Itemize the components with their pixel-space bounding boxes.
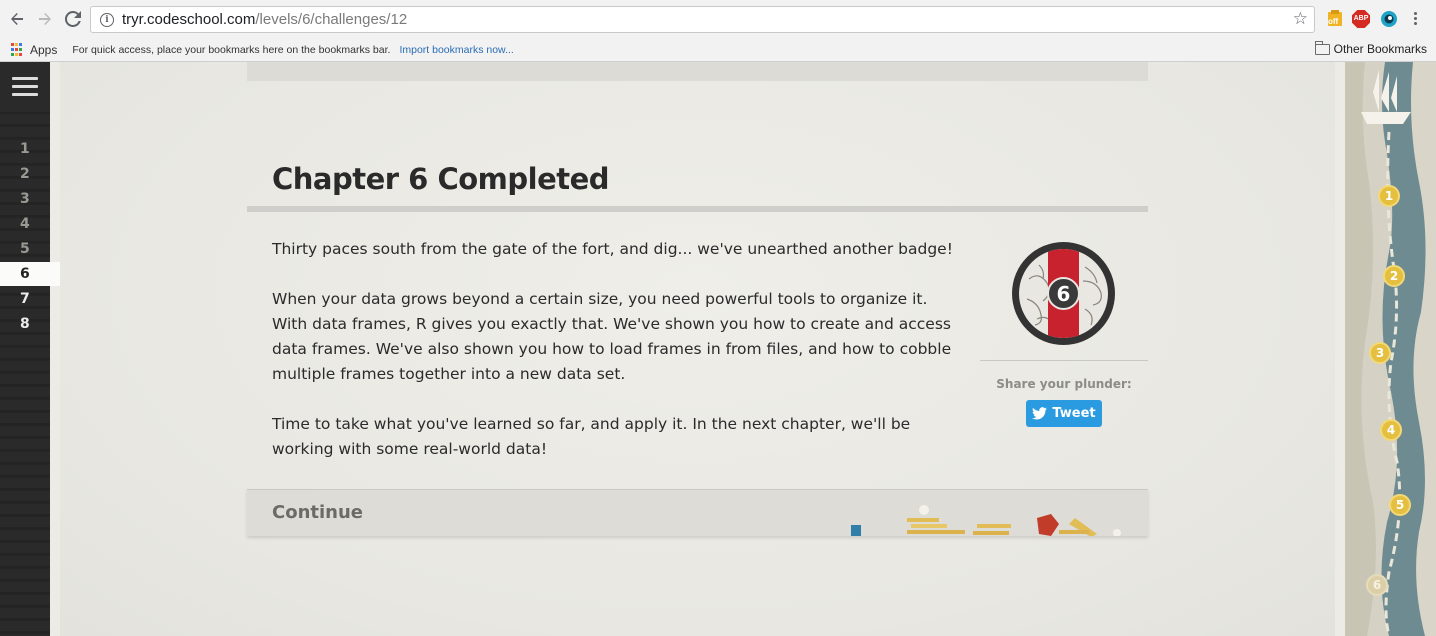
map-waypoint-5[interactable]: 5 [1389,494,1411,516]
badge-number: 6 [1047,277,1080,310]
title-divider [247,206,1148,212]
badge-emblem: 6 [1019,249,1108,338]
chapter-link-8[interactable]: 8 [0,312,60,336]
share-label: Share your plunder: [996,377,1132,391]
adblock-plus-label: ABP [1353,15,1369,22]
menu-bar-icon [12,85,38,88]
treasure-pile-icon [851,505,1121,536]
chapter-link-6-current[interactable]: 6 [0,262,60,286]
chapter-badge: 6 [1012,242,1115,345]
progress-map: 1 2 3 4 5 6 [1345,62,1436,636]
chapter-title: Chapter 6 Completed [272,162,610,196]
browser-toolbar: i tryr.codeschool.com/levels/6/challenge… [0,0,1436,38]
folder-icon [1314,40,1330,55]
map-waypoint-6[interactable]: 6 [1366,574,1388,596]
tweet-label: Tweet [1052,406,1096,421]
tweet-button[interactable]: Tweet [1026,400,1102,427]
badge-divider [980,360,1148,361]
bookmarks-bar: Apps For quick access, place your bookma… [0,38,1436,62]
bookmark-star-icon[interactable]: ☆ [1293,9,1308,29]
chapter-link-4[interactable]: 4 [0,212,60,236]
map-waypoint-2[interactable]: 2 [1383,265,1405,287]
summary-paragraph: When your data grows beyond a certain si… [272,290,952,383]
address-bar[interactable]: i tryr.codeschool.com/levels/6/challenge… [90,6,1315,33]
twitter-bird-icon [1032,407,1048,420]
off-extension-icon[interactable]: off [1326,10,1344,28]
other-bookmarks-folder[interactable]: Other Bookmarks [1314,40,1427,56]
forward-arrow-icon [39,13,51,25]
import-bookmarks-link[interactable]: Import bookmarks now... [399,44,513,56]
chapter-link-1[interactable]: 1 [0,137,60,161]
chapter-link-7[interactable]: 7 [0,287,60,311]
intro-paragraph: Thirty paces south from the gate of the … [272,240,953,258]
url-path: /levels/6/challenges/12 [255,11,408,28]
back-arrow-icon [11,13,23,25]
continue-label: Continue [272,502,364,523]
reload-icon [65,11,81,27]
map-waypoint-4[interactable]: 4 [1380,419,1402,441]
back-button[interactable] [5,7,29,31]
off-extension-label: off [1328,17,1339,26]
circle-extension-icon[interactable] [1380,10,1398,28]
apps-shortcut[interactable]: Apps [30,43,57,57]
url-host: tryr.codeschool.com [122,11,256,28]
continue-button[interactable]: Continue [247,489,1148,536]
chapter-link-2[interactable]: 2 [0,162,60,186]
menu-bar-icon [12,77,38,80]
map-waypoint-1[interactable]: 1 [1378,185,1400,207]
site-info-icon[interactable]: i [100,12,114,27]
menu-bar-icon [12,93,38,96]
apps-grid-icon[interactable] [11,42,25,57]
other-bookmarks-label: Other Bookmarks [1333,42,1427,56]
chapter-link-3[interactable]: 3 [0,187,60,211]
adblock-plus-icon[interactable]: ABP [1352,10,1370,28]
forward-button[interactable] [33,7,57,31]
hamburger-menu-button[interactable] [0,62,50,112]
reload-button[interactable] [61,7,85,31]
chapter-link-5[interactable]: 5 [0,237,60,261]
previous-section-strip [247,62,1148,81]
map-waypoint-3[interactable]: 3 [1369,342,1391,364]
chrome-menu-icon[interactable] [1414,12,1418,26]
bookmarks-hint-text: For quick access, place your bookmarks h… [72,43,391,56]
next-chapter-paragraph: Time to take what you've learned so far,… [272,415,911,458]
